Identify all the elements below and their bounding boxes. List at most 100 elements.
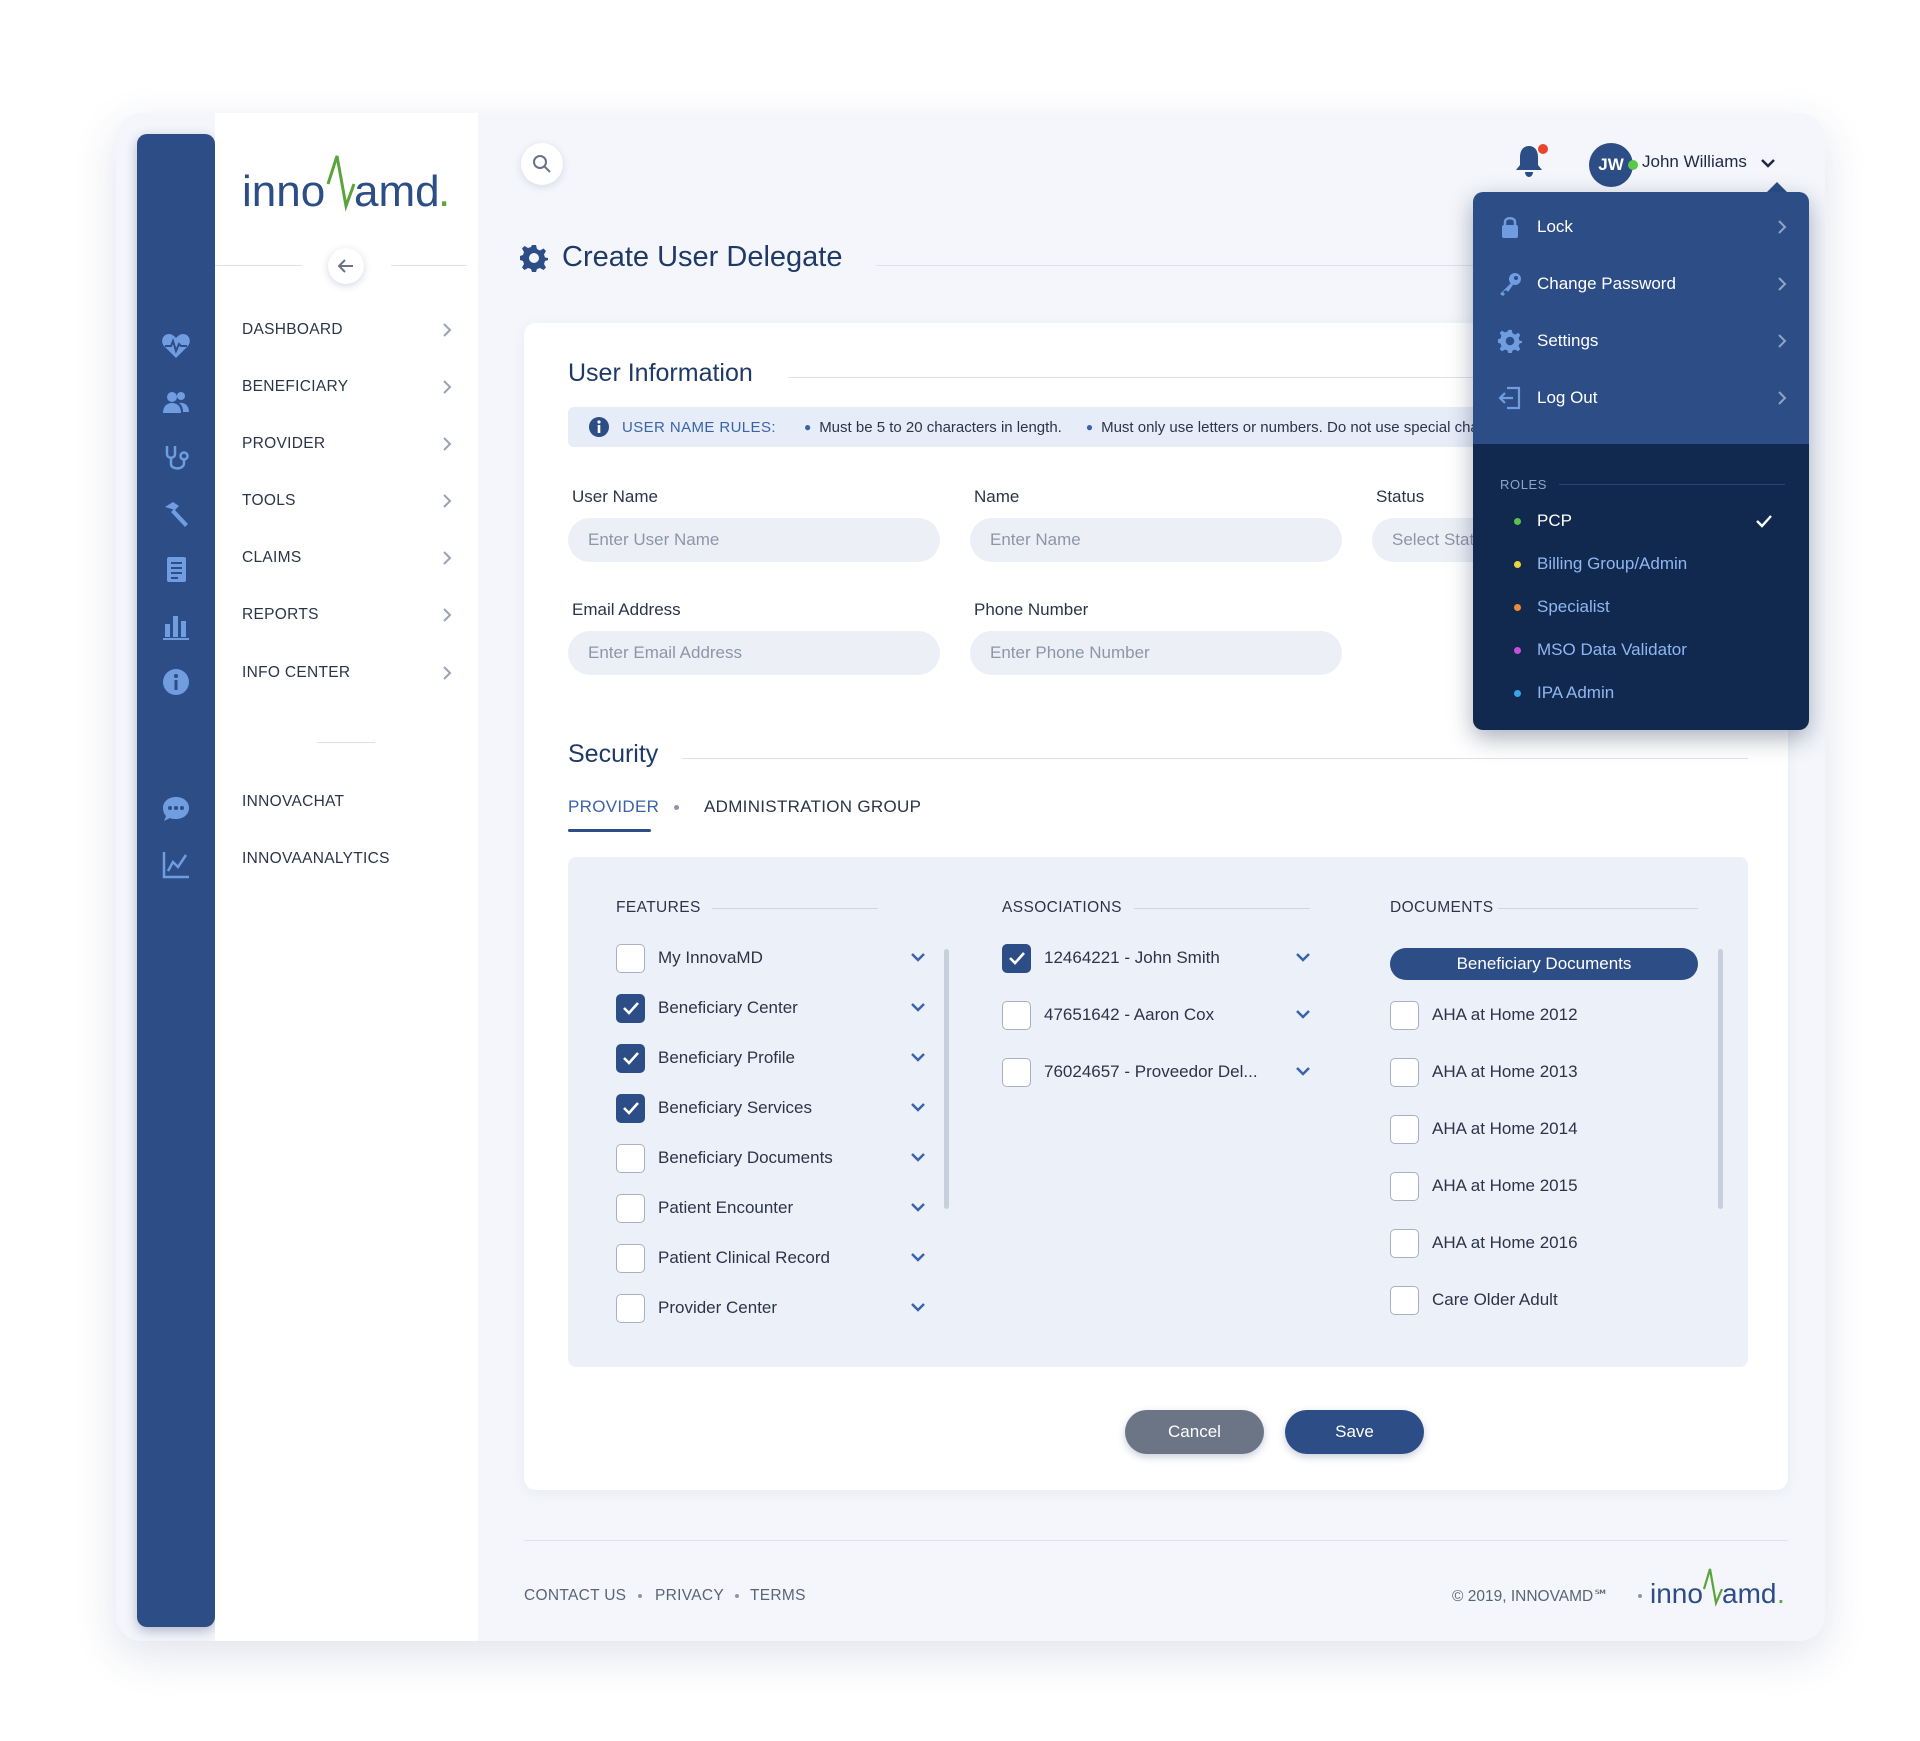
checkbox[interactable] [1390, 1000, 1419, 1030]
chevron-down-icon[interactable] [910, 1152, 926, 1163]
checkbox[interactable] [1390, 1228, 1419, 1258]
checkbox[interactable] [616, 993, 645, 1023]
role-item[interactable]: MSO Data Validator [1514, 637, 1687, 663]
menu-item-dashboard[interactable]: DASHBOARD [242, 315, 452, 345]
avatar[interactable]: JW [1589, 143, 1633, 187]
name-input[interactable] [970, 518, 1342, 562]
chevron-down-icon[interactable] [910, 1202, 926, 1213]
checkbox[interactable] [1390, 1114, 1419, 1144]
documents-scrollbar[interactable] [1718, 949, 1723, 1209]
chevron-down-icon[interactable] [1295, 1009, 1311, 1020]
documents-group-pill[interactable]: Beneficiary Documents [1390, 948, 1698, 980]
menu-item-claims[interactable]: CLAIMS [242, 543, 452, 573]
document-row[interactable]: AHA at Home 2015 [1390, 1171, 1578, 1201]
menu-item-innovachat[interactable]: INNOVACHAT [242, 787, 452, 817]
column-divider [712, 908, 878, 909]
chevron-down-icon[interactable] [1295, 1066, 1311, 1077]
footer-link-contact[interactable]: CONTACT US [524, 1587, 626, 1605]
tab-administration-group[interactable]: ADMINISTRATION GROUP [704, 797, 921, 817]
checkbox[interactable] [1002, 943, 1031, 973]
feature-row[interactable]: My InnovaMD [616, 943, 763, 973]
checkbox[interactable] [1002, 1057, 1031, 1087]
menu-item-provider[interactable]: PROVIDER [242, 429, 452, 459]
line-chart-icon[interactable] [159, 848, 193, 882]
document-row[interactable]: AHA at Home 2012 [1390, 1000, 1578, 1030]
footer-link-privacy[interactable]: PRIVACY [655, 1587, 724, 1605]
info-icon[interactable] [159, 665, 193, 699]
association-row[interactable]: 76024657 - Proveedor Del... [1002, 1057, 1258, 1087]
checkbox[interactable] [1390, 1171, 1419, 1201]
menu-item-tools[interactable]: TOOLS [242, 486, 452, 516]
document-row[interactable]: AHA at Home 2016 [1390, 1228, 1578, 1258]
feature-row[interactable]: Provider Center [616, 1293, 777, 1323]
collapse-menu-button[interactable] [328, 248, 364, 284]
menu-item-change-password[interactable]: Change Password [1497, 269, 1787, 299]
chevron-down-icon[interactable] [910, 1302, 926, 1313]
menu-item-beneficiary[interactable]: BENEFICIARY [242, 372, 452, 402]
feature-row[interactable]: Beneficiary Center [616, 993, 798, 1023]
document-row[interactable]: AHA at Home 2014 [1390, 1114, 1578, 1144]
checkbox[interactable] [616, 1293, 645, 1323]
cancel-button[interactable]: Cancel [1125, 1410, 1264, 1454]
tab-provider[interactable]: PROVIDER [568, 797, 659, 817]
bar-chart-icon[interactable] [159, 609, 193, 643]
stethoscope-icon[interactable] [159, 441, 193, 475]
menu-item-logout[interactable]: Log Out [1497, 383, 1787, 413]
document-icon[interactable] [159, 553, 193, 587]
innovamd-logo[interactable]: inno amd . [242, 146, 462, 216]
feature-label: Patient Clinical Record [658, 1248, 830, 1267]
feature-row[interactable]: Patient Clinical Record [616, 1243, 830, 1273]
feature-row[interactable]: Beneficiary Services [616, 1093, 812, 1123]
save-button[interactable]: Save [1285, 1410, 1424, 1454]
chevron-down-icon[interactable] [910, 952, 926, 963]
checkbox[interactable] [616, 1043, 645, 1073]
checkbox[interactable] [616, 1093, 645, 1123]
phone-input[interactable] [970, 631, 1342, 675]
checkbox[interactable] [616, 1243, 645, 1273]
menu-item-settings[interactable]: Settings [1497, 326, 1787, 356]
checkbox[interactable] [616, 1193, 645, 1223]
association-row[interactable]: 12464221 - John Smith [1002, 943, 1220, 973]
chat-icon[interactable] [159, 792, 193, 826]
menu-item-innovaanalytics[interactable]: INNOVAANALYTICS [242, 844, 452, 874]
svg-text:amd: amd [354, 167, 440, 216]
hammer-icon[interactable] [159, 497, 193, 531]
feature-row[interactable]: Beneficiary Profile [616, 1043, 795, 1073]
checkbox[interactable] [1390, 1285, 1419, 1315]
checkbox[interactable] [616, 1143, 645, 1173]
feature-row[interactable]: Beneficiary Documents [616, 1143, 833, 1173]
document-row[interactable]: Care Older Adult [1390, 1285, 1558, 1315]
association-row[interactable]: 47651642 - Aaron Cox [1002, 1000, 1214, 1030]
checkbox[interactable] [616, 943, 645, 973]
checkbox[interactable] [1002, 1000, 1031, 1030]
feature-row[interactable]: Patient Encounter [616, 1193, 793, 1223]
chevron-down-icon[interactable] [910, 1002, 926, 1013]
checkmark-icon [1008, 952, 1025, 965]
email-input[interactable] [568, 631, 940, 675]
online-status-dot [1628, 160, 1638, 170]
document-label: AHA at Home 2014 [1432, 1119, 1578, 1138]
checkbox[interactable] [1390, 1057, 1419, 1087]
menu-item-lock[interactable]: Lock [1497, 212, 1787, 242]
username-input[interactable] [568, 518, 940, 562]
role-item[interactable]: PCP [1514, 508, 1772, 534]
users-icon[interactable] [159, 385, 193, 419]
role-item[interactable]: IPA Admin [1514, 680, 1614, 706]
user-name[interactable]: John Williams [1642, 152, 1747, 172]
menu-item-info-center[interactable]: INFO CENTER [242, 658, 452, 688]
chevron-down-icon[interactable] [910, 1052, 926, 1063]
chevron-down-icon[interactable] [910, 1252, 926, 1263]
chevron-down-icon[interactable] [1295, 952, 1311, 963]
chevron-down-icon[interactable] [910, 1102, 926, 1113]
search-button[interactable] [521, 143, 563, 185]
menu-item-label: Settings [1537, 331, 1599, 350]
role-item[interactable]: Specialist [1514, 594, 1610, 620]
footer-link-terms[interactable]: TERMS [750, 1587, 806, 1605]
document-row[interactable]: AHA at Home 2013 [1390, 1057, 1578, 1087]
menu-item-reports[interactable]: REPORTS [242, 600, 452, 630]
heart-pulse-icon[interactable] [159, 329, 193, 363]
email-label: Email Address [572, 600, 681, 619]
chevron-down-icon[interactable] [1760, 157, 1776, 169]
features-scrollbar[interactable] [944, 949, 949, 1209]
role-item[interactable]: Billing Group/Admin [1514, 551, 1687, 577]
